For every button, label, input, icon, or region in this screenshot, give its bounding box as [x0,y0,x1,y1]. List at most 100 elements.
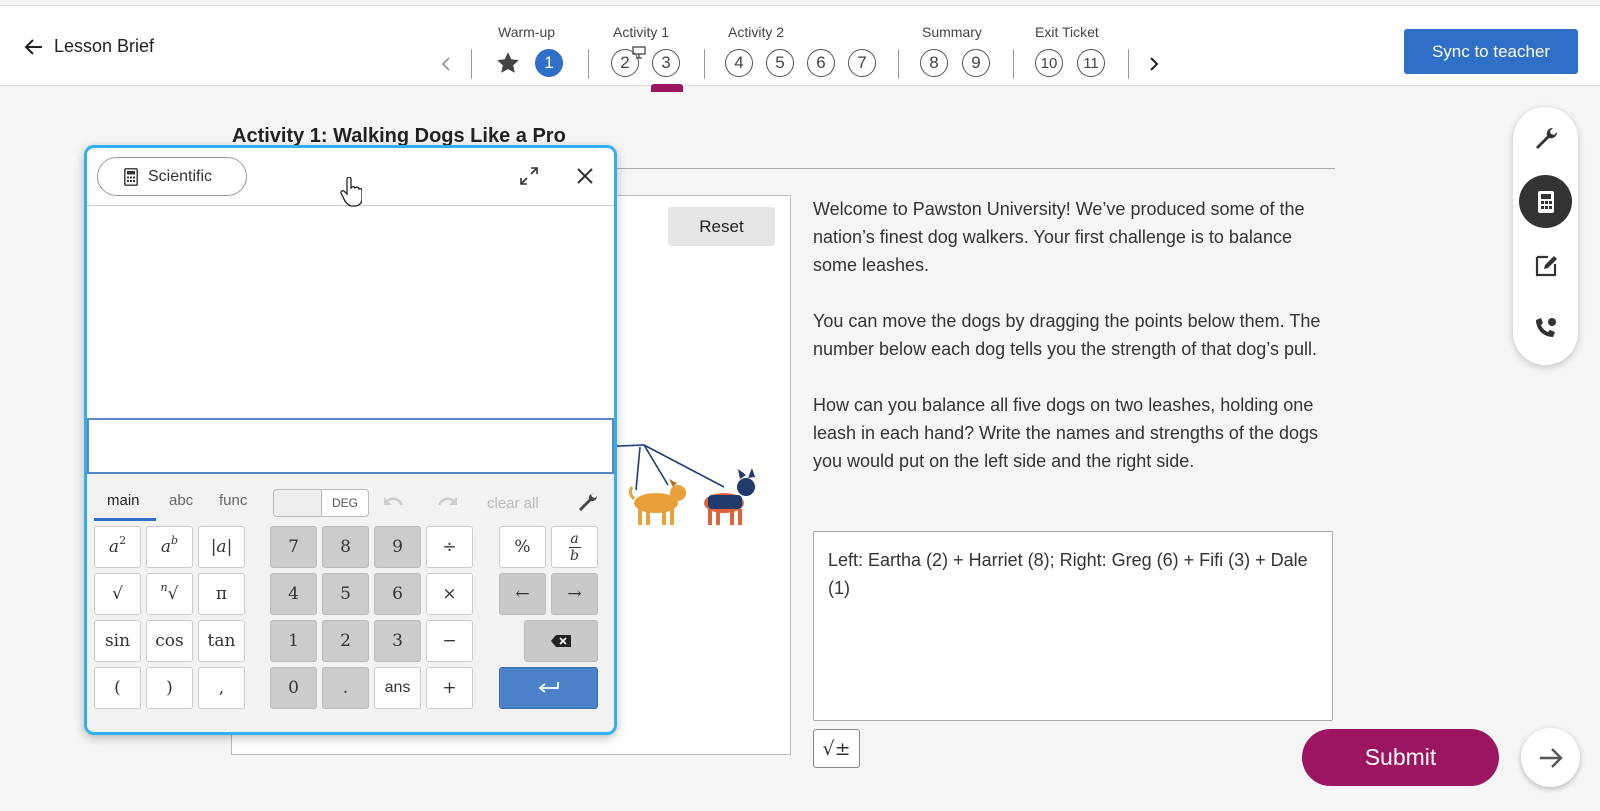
section-label-activity-1: Activity 1 [613,24,670,40]
divider [1128,49,1129,79]
section-label-activity-2: Activity 2 [728,24,785,40]
top-navigation-bar: Lesson Brief Warm-up Activity 1 Activity… [0,5,1600,92]
key-cos[interactable]: cos [146,620,193,662]
current-step-marker [651,84,683,92]
key-multiply[interactable]: × [426,573,473,615]
divider [704,49,705,79]
key-7[interactable]: 7 [270,526,317,568]
key-2[interactable]: 2 [322,620,369,662]
key-percent[interactable]: % [499,526,546,568]
activity-prompt: Welcome to Pawston University! We’ve pro… [813,195,1333,503]
divider [1013,49,1014,79]
calculator-mode-button[interactable]: Scientific [97,157,247,196]
keypad-tab-func[interactable]: func [219,492,247,509]
step-7[interactable]: 7 [848,49,876,77]
step-3[interactable]: 3 [652,49,680,77]
wrench-icon [1535,127,1557,149]
chevron-left-icon [441,57,450,71]
key-ans[interactable]: ans [374,667,421,709]
key-fraction[interactable]: ab [551,526,598,568]
deg-label[interactable]: DEG [322,490,368,516]
arrow-right-icon [1539,747,1563,768]
next-screen-button[interactable] [1521,728,1580,787]
key-3[interactable]: 3 [374,620,421,662]
key-6[interactable]: 6 [374,573,421,615]
key-tan[interactable]: tan [198,620,245,662]
warm-up-star-icon[interactable] [495,50,521,76]
key-comma[interactable]: , [198,667,245,709]
keypad-tab-main[interactable]: main [107,492,140,509]
prev-section-button[interactable] [436,52,456,76]
answer-textbox[interactable]: Left: Eartha (2) + Harriet (8); Right: G… [813,531,1333,721]
key-left-paren[interactable]: ( [94,667,141,709]
back-link-label: Lesson Brief [54,36,155,56]
divider [898,49,899,79]
wrench-icon[interactable] [577,491,599,513]
step-9[interactable]: 9 [962,49,990,77]
key-minus[interactable]: − [426,620,473,662]
math-input-button[interactable]: √± [813,729,860,768]
key-5[interactable]: 5 [322,573,369,615]
phone-hand-icon [1535,317,1556,337]
key-pi[interactable]: π [198,573,245,615]
key-cursor-left[interactable]: ← [499,573,546,615]
redo-icon[interactable] [435,493,459,513]
tool-calculator[interactable] [1519,175,1572,228]
edit-note-icon [1535,255,1557,276]
undo-icon[interactable] [382,493,406,513]
section-label-summary: Summary [922,24,982,40]
key-abs[interactable]: |a| [198,526,245,568]
prompt-paragraph: How can you balance all five dogs on two… [813,395,1318,471]
step-10[interactable]: 10 [1035,49,1063,77]
step-8[interactable]: 8 [920,49,948,77]
key-cursor-right[interactable]: → [551,573,598,615]
key-1[interactable]: 1 [270,620,317,662]
keypad-tab-abc[interactable]: abc [169,492,193,509]
close-icon[interactable] [575,166,595,186]
calculator-mode-label: Scientific [148,167,213,185]
key-backspace[interactable] [524,620,598,662]
section-label-exit-ticket: Exit Ticket [1035,24,1099,40]
scientific-calculator-window[interactable]: Scientific main abc func DEG clear all a… [84,145,617,735]
key-sqrt[interactable]: √ [94,573,141,615]
arrow-left-icon [24,38,42,55]
calculator-expression-input[interactable] [87,418,614,474]
angle-mode-toggle[interactable]: DEG [273,489,369,517]
walking-dogs-illustration [596,444,755,525]
key-decimal[interactable]: . [322,667,369,709]
expand-icon[interactable] [519,166,539,186]
key-nth-root[interactable]: n √ [146,573,193,615]
tool-notes[interactable] [1519,238,1572,291]
reset-button[interactable]: Reset [668,207,775,246]
enter-icon [538,682,559,693]
submit-button[interactable]: Submit [1302,729,1499,786]
calculator-icon [124,167,138,186]
section-label-warm-up: Warm-up [498,24,556,40]
step-4[interactable]: 4 [725,49,753,77]
tool-help[interactable] [1519,301,1572,354]
key-square[interactable]: a2 [94,526,141,568]
step-6[interactable]: 6 [807,49,835,77]
key-4[interactable]: 4 [270,573,317,615]
presenter-icon [632,46,646,59]
key-plus[interactable]: + [426,667,473,709]
step-1[interactable]: 1 [535,49,563,77]
step-11[interactable]: 11 [1077,49,1105,77]
rad-segment[interactable] [274,490,322,516]
back-to-lesson-brief-link[interactable]: Lesson Brief [24,36,154,57]
key-sin[interactable]: sin [94,620,141,662]
clear-all-button[interactable]: clear all [487,495,539,512]
divider [471,49,472,79]
step-5[interactable]: 5 [766,49,794,77]
key-right-paren[interactable]: ) [146,667,193,709]
key-enter[interactable] [499,667,598,709]
key-9[interactable]: 9 [374,526,421,568]
sync-to-teacher-button[interactable]: Sync to teacher [1404,29,1578,74]
tool-wrench[interactable] [1519,112,1572,165]
next-section-button[interactable] [1144,52,1164,76]
key-8[interactable]: 8 [322,526,369,568]
key-0[interactable]: 0 [270,667,317,709]
key-power[interactable]: ab [146,526,193,568]
key-divide[interactable]: ÷ [426,526,473,568]
backspace-icon [551,635,571,647]
